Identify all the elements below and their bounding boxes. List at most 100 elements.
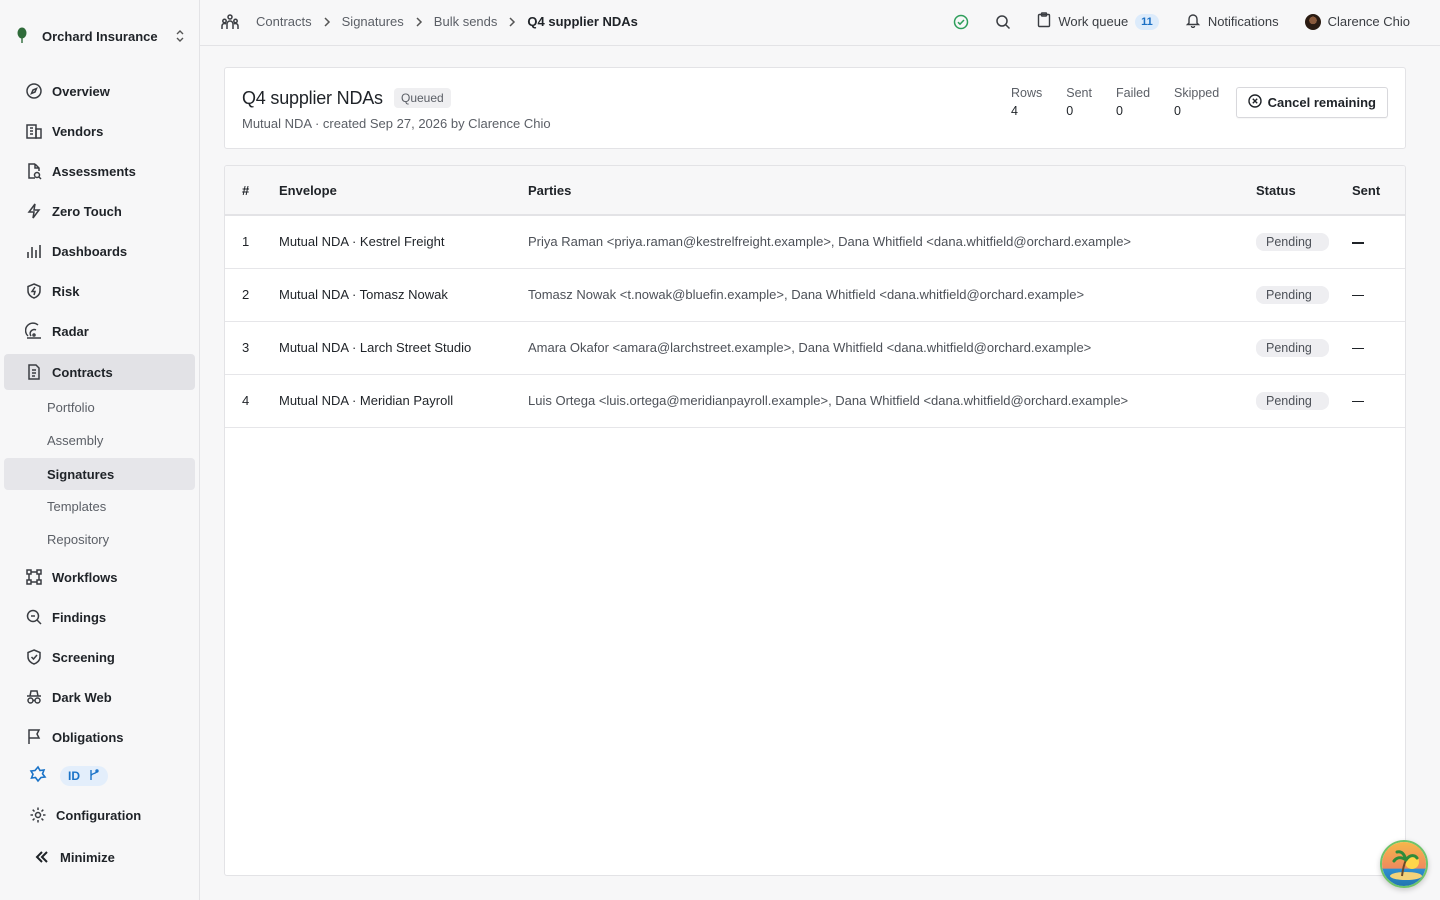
minimize-button[interactable]: Minimize [4,839,195,875]
table-row[interactable]: 1 Mutual NDA · Kestrel Freight Priya Ram… [225,215,1405,268]
stat-value: 4 [1011,104,1018,118]
empty-dash [1352,400,1364,403]
sent-cell [1352,215,1405,268]
cancel-remaining-label: Cancel remaining [1267,95,1376,110]
nav-contracts[interactable]: Contracts [4,354,195,390]
parties: Amara Okafor <amara@larchstreet.example>… [528,340,1092,355]
magnifier-icon [24,607,44,627]
palm-island-icon [1382,842,1426,886]
breadcrumb-bulk-sends[interactable]: Bulk sends [434,14,498,29]
id-integration[interactable]: ID [28,764,108,788]
user-menu[interactable]: Clarence Chio [1304,13,1410,30]
nav-radar-label: Radar [52,323,89,339]
envelopes-table-card: # Envelope Parties Status Sent 1 Mutual … [224,165,1406,876]
nav-overview[interactable]: Overview [4,73,195,109]
breadcrumb-contracts[interactable]: Contracts [256,14,312,29]
subnav-templates[interactable]: Templates [4,490,195,522]
work-queue-count: 11 [1135,13,1159,30]
column-header-sent[interactable]: Sent [1352,166,1405,215]
page-subtitle: Mutual NDA · created Sep 27, 2026 by Cla… [242,116,551,131]
empty-dash [1352,242,1364,244]
page-title: Q4 supplier NDAs [242,88,383,108]
minimize-label: Minimize [60,849,115,865]
notifications-button[interactable]: Notifications [1185,12,1279,31]
work-queue-button[interactable]: Work queue 11 [1037,12,1159,31]
orchard-leaf-icon [12,26,32,46]
bar-chart-icon [24,241,44,261]
status-cell: Pending [1256,215,1352,268]
nav-dark-web[interactable]: Dark Web [4,679,195,715]
column-header-parties[interactable]: Parties [528,166,1256,215]
nav-assessments[interactable]: Assessments [4,153,195,189]
envelope-name: Mutual NDA · Tomasz Nowak [279,287,448,302]
subnav-portfolio[interactable]: Portfolio [4,391,195,423]
nav-configuration-label: Configuration [56,807,142,823]
nav-obligations-label: Obligations [52,729,124,745]
nav-radar[interactable]: Radar [4,313,195,349]
flag-icon [24,727,44,747]
nav-dashboards-label: Dashboards [52,243,128,259]
status-badge: Pending [1256,285,1329,304]
radar-icon [24,321,44,341]
org-switcher[interactable]: Orchard Insurance [12,20,188,52]
stat-label: Sent [1066,86,1092,100]
nav-dashboards[interactable]: Dashboards [4,233,195,269]
nav-workflows-label: Workflows [52,569,118,585]
envelope-name: Mutual NDA · Meridian Payroll [279,393,454,408]
table-row[interactable]: 2 Mutual NDA · Tomasz Nowak Tomasz Nowak… [225,268,1405,321]
assistant-launcher-button[interactable] [1380,840,1428,888]
workflow-icon [24,567,44,587]
table-header-row: # Envelope Parties Status Sent [225,166,1405,215]
search-icon[interactable] [995,14,1011,30]
stat-label: Failed [1115,86,1151,100]
nav-zero-touch[interactable]: Zero Touch [4,193,195,229]
table-row[interactable]: 3 Mutual NDA · Larch Street Studio Amara… [225,321,1405,374]
nav-contracts-label: Contracts [52,364,113,380]
bulk-send-header: Q4 supplier NDAs Queued Mutual NDA · cre… [224,67,1406,149]
table-row[interactable]: 4 Mutual NDA · Meridian Payroll Luis Ort… [225,374,1405,427]
stat-failed: Failed 0 [1116,86,1150,118]
chevron-right-icon [507,16,517,27]
column-header-number[interactable]: # [225,166,279,215]
sent-cell [1352,321,1405,374]
nav-workflows[interactable]: Workflows [4,559,195,595]
subnav-assembly[interactable]: Assembly [4,424,195,456]
nav-screening[interactable]: Screening [4,639,195,675]
topbar-actions: Work queue 11 Notifications Clarence Chi… [927,12,1410,31]
row-number: 1 [242,234,250,250]
lightning-icon [24,201,44,221]
status-ok-icon[interactable] [953,14,969,30]
row-number: 3 [242,340,250,355]
nav-obligations[interactable]: Obligations [4,719,195,755]
column-header-status[interactable]: Status [1256,166,1352,215]
stat-rows: Rows 4 [1011,86,1042,118]
people-network-icon [220,13,240,33]
empty-dash [1352,294,1364,297]
breadcrumb-current: Q4 supplier NDAs [527,14,638,29]
chevron-up-down-icon [172,28,188,44]
parties: Luis Ortega <luis.ortega@meridianpayroll… [528,393,1129,408]
user-name: Clarence Chio [1327,14,1410,29]
stat-label: Rows [1011,86,1043,100]
sparkle-badge-icon [28,765,48,788]
breadcrumb-signatures[interactable]: Signatures [342,14,404,29]
status-cell: Pending [1256,374,1352,427]
subnav-signatures[interactable]: Signatures [4,458,195,490]
nav-vendors[interactable]: Vendors [4,113,195,149]
topbar: Contracts Signatures Bulk sends Q4 suppl… [200,0,1440,46]
nav-findings[interactable]: Findings [4,599,195,635]
cancel-remaining-button[interactable]: Cancel remaining [1235,87,1388,118]
nav-risk[interactable]: Risk [4,273,195,309]
chevron-right-icon [322,16,332,27]
stat-label: Skipped [1174,86,1220,100]
nav-vendors-label: Vendors [52,123,104,139]
row-number: 4 [242,393,250,408]
sidebar: Orchard Insurance Overview Vendors Asses… [0,0,200,900]
nav-configuration[interactable]: Configuration [4,797,195,833]
subnav-repository[interactable]: Repository [4,523,195,555]
status-badge: Pending [1256,391,1329,410]
compass-icon [24,81,44,101]
nav-zero-touch-label: Zero Touch [52,203,122,219]
stats: Rows 4 Sent 0 Failed 0 Skipped 0 [1011,86,1243,118]
column-header-envelope[interactable]: Envelope [279,166,528,215]
